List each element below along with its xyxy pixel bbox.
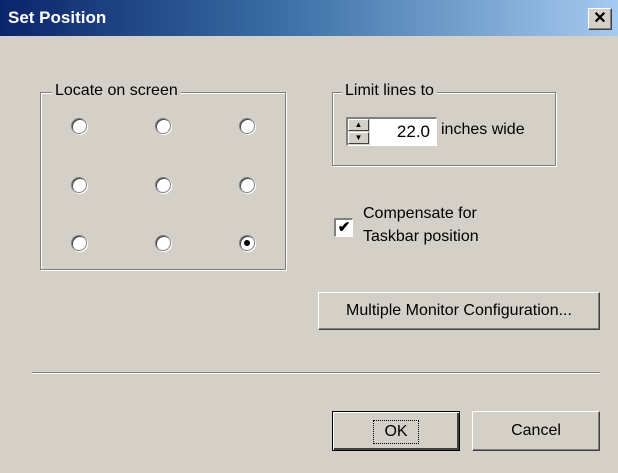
radio-middle-center[interactable]	[155, 177, 171, 193]
radio-bottom-right[interactable]	[239, 235, 255, 251]
cancel-button[interactable]: Cancel	[472, 411, 600, 451]
window-title: Set Position	[8, 8, 107, 27]
line-limit-spinner[interactable]: ▲ ▼ 22.0	[346, 117, 437, 146]
spin-up-arrow-icon[interactable]: ▲	[348, 119, 369, 131]
ok-button[interactable]: OK	[332, 411, 460, 451]
compensate-label-line2: Taskbar position	[363, 228, 479, 245]
close-icon: ✕	[593, 10, 607, 27]
radio-bottom-center[interactable]	[155, 235, 171, 251]
multiple-monitor-label: Multiple Monitor Configuration...	[346, 302, 572, 319]
cancel-label: Cancel	[511, 422, 561, 439]
limit-group-label: Limit lines to	[342, 82, 437, 100]
spin-down-arrow-icon[interactable]: ▼	[348, 132, 369, 144]
locate-group-label: Locate on screen	[52, 82, 181, 100]
radio-selected-dot-icon	[244, 240, 250, 246]
radio-middle-right[interactable]	[239, 177, 255, 193]
title-bar: Set Position ✕	[0, 0, 618, 36]
check-mark-icon: ✔	[337, 219, 351, 236]
radio-top-left[interactable]	[71, 118, 87, 134]
radio-top-center[interactable]	[155, 118, 171, 134]
close-button[interactable]: ✕	[588, 8, 612, 30]
compensate-checkbox[interactable]: ✔	[334, 218, 353, 237]
radio-bottom-left[interactable]	[71, 235, 87, 251]
line-limit-unit: inches wide	[441, 121, 525, 138]
radio-middle-left[interactable]	[71, 177, 87, 193]
radio-top-right[interactable]	[239, 118, 255, 134]
compensate-label-line1: Compensate for	[363, 205, 477, 222]
separator	[32, 372, 600, 374]
line-limit-value[interactable]: 22.0	[374, 122, 430, 142]
ok-label: OK	[373, 420, 419, 444]
multiple-monitor-button[interactable]: Multiple Monitor Configuration...	[318, 292, 600, 330]
spinner-arrows: ▲ ▼	[348, 119, 370, 145]
